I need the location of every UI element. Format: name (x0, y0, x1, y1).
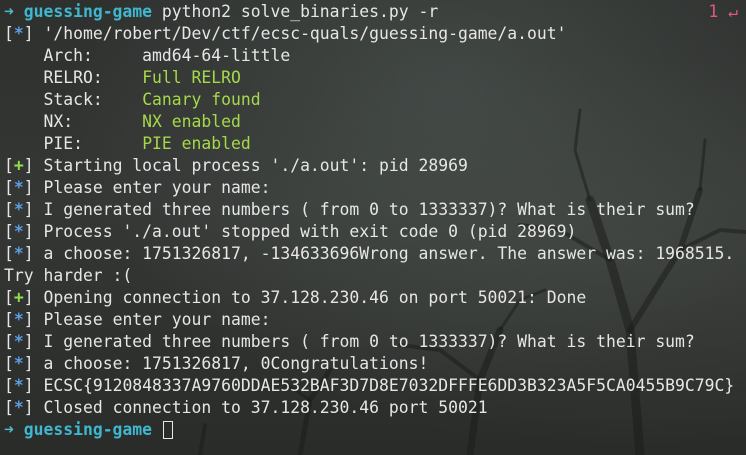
checksec-value: Canary found (142, 90, 261, 109)
command-text: python2 solve_binaries.py -r (161, 2, 439, 21)
checksec-path-line: [*] '/home/robert/Dev/ctf/ecsc-quals/gue… (4, 24, 567, 43)
terminal-window[interactable]: 1 ↵ ➜ guessing-game python2 solve_binari… (0, 0, 746, 455)
checksec-row: RELRO: Full RELRO (4, 67, 746, 89)
binary-path: '/home/robert/Dev/ctf/ecsc-quals/guessin… (43, 24, 567, 43)
flag-text: ECSC{9120848337A9760DDAE532BAF3D7D8E7032… (43, 376, 735, 395)
checksec-label: RELRO: (43, 68, 103, 87)
checksec-value: amd64-64-little (142, 46, 291, 65)
prompt-cwd: guessing-game (23, 2, 153, 21)
log-line: Try harder :( (4, 265, 746, 287)
prompt-arrow-icon: ➜ (4, 420, 14, 439)
log-text: Starting local process './a.out': pid 28… (43, 156, 468, 175)
checksec-row: NX: NX enabled (4, 111, 746, 133)
log-text: Closed connection to 37.128.230.46 port … (43, 398, 488, 417)
log-text: I generated three numbers ( from 0 to 13… (43, 200, 695, 219)
prompt-line[interactable]: ➜ guessing-game (4, 419, 746, 441)
info-marker: * (13, 244, 24, 263)
checksec-value: NX enabled (142, 112, 241, 131)
info-marker: * (13, 332, 24, 351)
log-text: a choose: 1751326817, -134633696Wrong an… (43, 244, 735, 263)
success-marker: + (13, 156, 24, 175)
info-marker: * (13, 354, 24, 373)
checksec-label: PIE: (43, 134, 83, 153)
checksec-value: Full RELRO (142, 68, 241, 87)
checksec-label: Stack: (43, 90, 103, 109)
info-marker: * (13, 222, 24, 241)
log-text: Opening connection to 37.128.230.46 on p… (43, 288, 587, 307)
log-line: [*] a choose: 1751326817, 0Congratulatio… (4, 354, 429, 373)
info-marker: * (13, 178, 24, 197)
log-line: [*] Closed connection to 37.128.230.46 p… (4, 398, 488, 417)
checksec-row: Arch: amd64-64-little (4, 45, 746, 67)
success-marker: + (13, 288, 24, 307)
checksec-value: PIE enabled (142, 134, 251, 153)
terminal-output: ➜ guessing-game python2 solve_binaries.p… (4, 1, 746, 441)
checksec-row: PIE: PIE enabled (4, 133, 746, 155)
log-line: [*] ECSC{9120848337A9760DDAE532BAF3D7D8E… (4, 376, 735, 395)
prompt-cwd: guessing-game (23, 420, 153, 439)
log-text: Please enter your name: (43, 310, 271, 329)
info-marker: * (13, 376, 24, 395)
log-text: Try harder :( (4, 266, 133, 285)
log-text: a choose: 1751326817, 0Congratulations! (43, 354, 429, 373)
log-line: [*] a choose: 1751326817, -134633696Wron… (4, 244, 735, 263)
log-line: [*] Please enter your name: (4, 310, 271, 329)
checksec-label: Arch: (43, 46, 93, 65)
checksec-label: NX: (43, 112, 74, 131)
info-marker: * (13, 398, 24, 417)
log-line: [*] I generated three numbers ( from 0 t… (4, 200, 695, 219)
text-cursor[interactable] (162, 421, 173, 439)
command-line: ➜ guessing-game python2 solve_binaries.p… (4, 1, 746, 23)
log-text: Process './a.out' stopped with exit code… (43, 222, 577, 241)
log-line: [*] I generated three numbers ( from 0 t… (4, 332, 695, 351)
checksec-row: Stack: Canary found (4, 89, 746, 111)
log-line: [*] Please enter your name: (4, 178, 271, 197)
log-line: [+] Opening connection to 37.128.230.46 … (4, 288, 587, 307)
info-marker: * (13, 200, 24, 219)
log-text: I generated three numbers ( from 0 to 13… (43, 332, 695, 351)
info-marker: * (13, 24, 24, 43)
prompt-arrow-icon: ➜ (4, 2, 14, 21)
log-text: Please enter your name: (43, 178, 271, 197)
info-marker: * (13, 310, 24, 329)
log-line: [*] Process './a.out' stopped with exit … (4, 222, 577, 241)
log-line: [+] Starting local process './a.out': pi… (4, 156, 468, 175)
